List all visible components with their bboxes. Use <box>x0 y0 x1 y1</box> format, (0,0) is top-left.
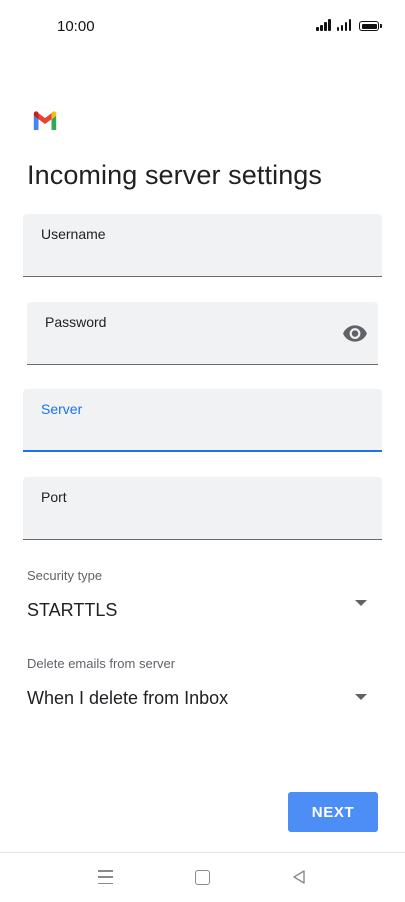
back-icon[interactable] <box>291 869 307 885</box>
signal-icon <box>316 19 331 31</box>
port-input[interactable] <box>41 512 364 534</box>
security-type-label: Security type <box>27 568 103 583</box>
chevron-down-icon <box>355 600 367 606</box>
server-underline <box>23 450 382 452</box>
gmail-logo <box>33 111 57 130</box>
password-input[interactable] <box>45 337 330 359</box>
signal-icon <box>336 19 351 31</box>
eye-icon[interactable] <box>342 320 368 346</box>
username-field[interactable]: Username <box>23 214 382 277</box>
status-time: 10:00 <box>57 18 95 35</box>
server-input[interactable] <box>41 424 364 446</box>
delete-emails-select[interactable]: Delete emails from server When I delete … <box>0 648 405 716</box>
port-field[interactable]: Port <box>23 477 382 540</box>
status-icons <box>316 19 382 31</box>
password-field[interactable]: Password <box>27 302 378 365</box>
security-type-select[interactable]: Security type STARTTLS <box>0 560 405 628</box>
password-underline <box>27 364 378 365</box>
port-underline <box>23 539 382 540</box>
battery-icon <box>359 21 382 31</box>
port-label: Port <box>41 489 67 505</box>
username-input[interactable] <box>41 249 364 271</box>
security-type-value: STARTTLS <box>27 600 118 620</box>
navigation-bar <box>0 853 405 902</box>
username-underline <box>23 276 382 277</box>
page-title: Incoming server settings <box>27 160 323 190</box>
menu-icon[interactable] <box>98 870 113 884</box>
chevron-down-icon <box>355 694 367 700</box>
delete-emails-value: When I delete from Inbox <box>27 688 229 708</box>
server-label: Server <box>41 401 83 417</box>
server-field[interactable]: Server <box>23 389 382 452</box>
home-icon[interactable] <box>195 870 210 885</box>
next-button[interactable]: NEXT <box>288 792 378 832</box>
username-label: Username <box>41 226 106 242</box>
password-label: Password <box>45 314 107 330</box>
delete-emails-label: Delete emails from server <box>27 656 176 671</box>
status-bar: 10:00 <box>0 0 405 54</box>
